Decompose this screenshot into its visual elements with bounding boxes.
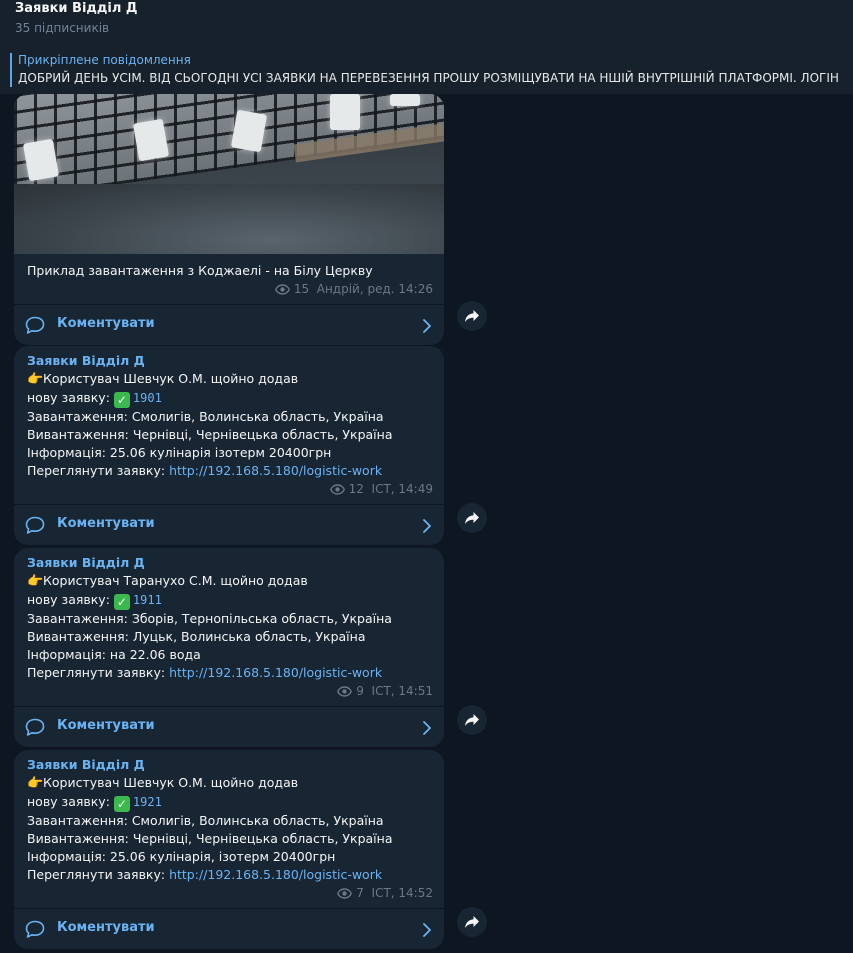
view-count: 15 <box>293 282 310 296</box>
message-sender[interactable]: Заявки Відділ Д <box>27 756 431 774</box>
share-button[interactable] <box>457 503 487 533</box>
eye-icon <box>337 684 353 702</box>
share-icon <box>465 916 479 928</box>
share-icon <box>465 310 479 322</box>
comments-button[interactable]: Коментувати <box>14 908 444 949</box>
message-line-info: Інформація: 25.06 кулінарія, ізотерм 204… <box>27 849 336 864</box>
pinned-accent-bar <box>10 53 12 87</box>
message-meta: 9 ICT, 14:51 <box>14 682 444 706</box>
message-bubble: Заявки Відділ Д 👉Користувач Шевчук О.М. … <box>14 750 444 949</box>
chevron-right-icon <box>423 318 431 337</box>
message-line-user: Користувач Шевчук О.М. щойно додав <box>43 371 299 386</box>
comment-icon <box>25 316 45 339</box>
photo-label <box>330 94 360 130</box>
eye-icon <box>274 282 290 300</box>
photo-label <box>132 118 170 162</box>
comments-button[interactable]: Коментувати <box>14 304 444 345</box>
channel-header[interactable]: Заявки Відділ Д 35 підписників <box>0 0 853 46</box>
message-line-info: Інформація: 25.06 кулінарія ізотерм 2040… <box>27 445 332 460</box>
photo-label <box>22 138 60 182</box>
message-author-time: ICT, 14:51 <box>371 684 433 698</box>
pointing-hand-icon: 👉 <box>27 372 44 387</box>
pinned-label: Прикріплене повідомлення <box>18 53 191 67</box>
message-line-unloading: Вивантаження: Чернівці, Чернівецька обла… <box>27 427 393 442</box>
comments-button[interactable]: Коментувати <box>14 504 444 545</box>
comments-label: Коментувати <box>57 516 155 531</box>
message-sender[interactable]: Заявки Відділ Д <box>27 554 431 572</box>
eye-icon <box>329 482 345 500</box>
check-mark-icon: ✓ <box>113 392 130 408</box>
message-bubble: Заявки Відділ Д 👉Користувач Шевчук О.М. … <box>14 346 444 545</box>
share-button[interactable] <box>457 907 487 937</box>
message-line-view: Переглянути заявку: <box>27 463 170 478</box>
pinned-text: ДОБРИЙ ДЕНЬ УСІМ. ВІД СЬОГОДНІ УСІ ЗАЯВК… <box>18 71 839 85</box>
view-count: 12 <box>348 482 364 496</box>
comments-button[interactable]: Коментувати <box>14 706 444 747</box>
message-line-unloading: Вивантаження: Луцьк, Волинська область, … <box>27 629 366 644</box>
share-button[interactable] <box>457 705 487 735</box>
request-link[interactable]: http://192.168.5.180/logistic-work <box>169 665 382 680</box>
comments-label: Коментувати <box>57 920 155 935</box>
share-icon <box>465 512 479 524</box>
message-meta: 7 ICT, 14:52 <box>14 884 444 908</box>
message-caption: Приклад завантаження з Коджаелі - на Біл… <box>27 263 373 278</box>
message-author-time: ICT, 14:49 <box>371 482 433 496</box>
message-line-view: Переглянути заявку: <box>27 665 170 680</box>
message-line-user: Користувач Таранухо С.М. щойно додав <box>43 573 308 588</box>
share-icon <box>465 714 479 726</box>
message-sender[interactable]: Заявки Відділ Д <box>27 352 431 370</box>
request-number: 1911 <box>132 593 162 607</box>
request-link[interactable]: http://192.168.5.180/logistic-work <box>169 463 382 478</box>
message-line-new: нову заявку: <box>27 794 114 809</box>
message-line-info: Інформація: на 22.06 вода <box>27 647 201 662</box>
pointing-hand-icon: 👉 <box>27 776 44 791</box>
message-author-time: Андрій, ред. 14:26 <box>316 282 433 296</box>
message-line-new: нову заявку: <box>27 592 114 607</box>
request-number: 1921 <box>132 795 162 809</box>
message-line-user: Користувач Шевчук О.М. щойно додав <box>43 775 299 790</box>
photo-floor <box>14 184 444 254</box>
message-bubble-photo: Приклад завантаження з Коджаелі - на Біл… <box>14 94 444 345</box>
comments-label: Коментувати <box>57 316 155 331</box>
chevron-right-icon <box>423 518 431 537</box>
message-meta: 12 ICT, 14:49 <box>14 480 444 504</box>
view-count: 7 <box>356 886 364 900</box>
comment-icon <box>25 920 45 943</box>
chevron-right-icon <box>423 720 431 739</box>
request-link[interactable]: http://192.168.5.180/logistic-work <box>169 867 382 882</box>
view-count: 9 <box>356 684 364 698</box>
comments-label: Коментувати <box>57 718 155 733</box>
check-mark-icon: ✓ <box>113 594 130 610</box>
pinned-message[interactable]: Прикріплене повідомлення ДОБРИЙ ДЕНЬ УСІ… <box>0 46 853 94</box>
message-line-new: нову заявку: <box>27 390 114 405</box>
message-photo[interactable] <box>14 94 444 254</box>
channel-title[interactable]: Заявки Відділ Д <box>15 1 137 16</box>
comment-icon <box>25 718 45 741</box>
photo-label <box>390 94 420 106</box>
subscriber-count: 35 підписників <box>15 21 110 35</box>
message-line-loading: Завантаження: Смолигів, Волинська област… <box>27 813 384 828</box>
message-text: Заявки Відділ Д 👉Користувач Шевчук О.М. … <box>14 750 444 884</box>
message-line-view: Переглянути заявку: <box>27 867 170 882</box>
message-line-loading: Завантаження: Смолигів, Волинська област… <box>27 409 384 424</box>
comment-icon <box>25 516 45 539</box>
message-text: Заявки Відділ Д 👉Користувач Таранухо С.М… <box>14 548 444 682</box>
message-author-time: ICT, 14:52 <box>371 886 433 900</box>
message-line-unloading: Вивантаження: Чернівці, Чернівецька обла… <box>27 831 393 846</box>
chevron-right-icon <box>423 922 431 941</box>
message-text: Заявки Відділ Д 👉Користувач Шевчук О.М. … <box>14 346 444 480</box>
eye-icon <box>337 886 353 904</box>
message-line-loading: Завантаження: Зборів, Тернопільська обла… <box>27 611 392 626</box>
share-button[interactable] <box>457 301 487 331</box>
request-number: 1901 <box>132 391 162 405</box>
pointing-hand-icon: 👉 <box>27 574 44 589</box>
message-bubble: Заявки Відділ Д 👉Користувач Таранухо С.М… <box>14 548 444 747</box>
message-meta: 15 Андрій, ред. 14:26 <box>14 280 444 304</box>
check-mark-icon: ✓ <box>113 796 130 812</box>
